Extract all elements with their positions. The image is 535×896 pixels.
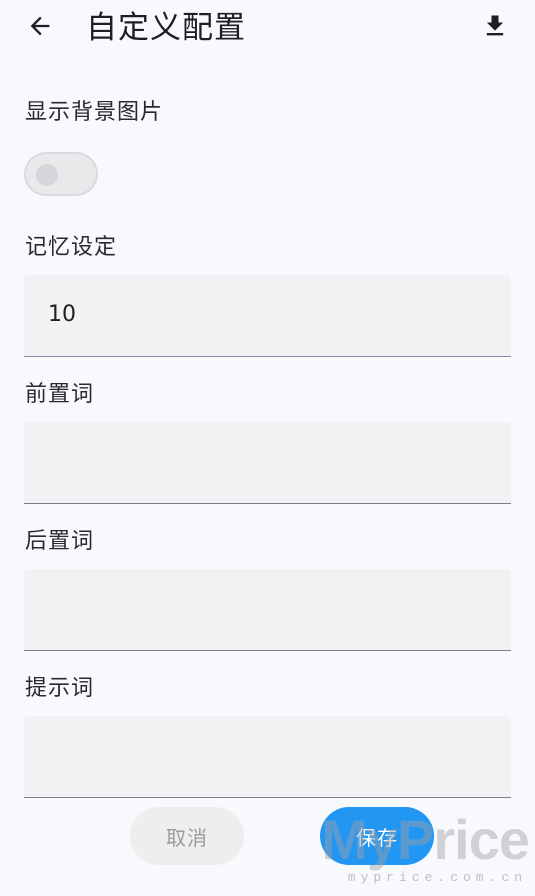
memory-label: 记忆设定	[25, 235, 118, 260]
save-button[interactable]: 保存	[320, 807, 434, 865]
prompt-label: 提示词	[25, 676, 95, 701]
top-app-bar: 自定义配置	[0, 0, 535, 56]
show-background-toggle[interactable]	[24, 152, 98, 196]
memory-field[interactable]: 10	[24, 275, 511, 357]
arrow-left-icon	[26, 12, 54, 44]
back-button[interactable]	[20, 10, 60, 46]
prefix-field[interactable]	[24, 422, 511, 504]
download-button[interactable]	[477, 10, 513, 46]
suffix-label: 后置词	[25, 529, 95, 554]
toggle-knob	[36, 164, 58, 186]
watermark-domain: myprice.com.cn	[347, 870, 527, 885]
app-root: 自定义配置 显示背景图片 记忆设定 10 前置词 后置词 提示词 取消 保存 M…	[0, 0, 535, 896]
download-icon	[481, 12, 509, 44]
page-title: 自定义配置	[86, 10, 246, 46]
prompt-field[interactable]	[24, 716, 511, 798]
cancel-button[interactable]: 取消	[130, 807, 244, 865]
show-background-label: 显示背景图片	[25, 100, 164, 125]
suffix-field[interactable]	[24, 569, 511, 651]
memory-value: 10	[48, 302, 76, 327]
prefix-label: 前置词	[25, 382, 95, 407]
